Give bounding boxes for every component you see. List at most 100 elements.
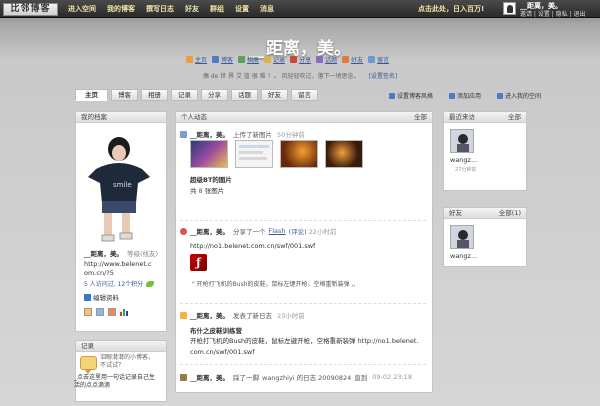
topics-icon — [316, 56, 324, 63]
quicklink-blog[interactable]: 博客 — [212, 55, 233, 64]
blog-style-link[interactable]: 设置博客风格 — [389, 91, 441, 100]
friend-avatar[interactable] — [450, 225, 474, 249]
tab-records[interactable]: 记录 — [171, 89, 198, 101]
nav-friends[interactable]: 好友 — [185, 4, 199, 14]
tab-blog[interactable]: 博客 — [111, 89, 138, 101]
site-logo[interactable]: 比邻博客 — [3, 3, 58, 16]
svg-text:smile: smile — [113, 181, 132, 189]
profile-stats: 5 人访问过, 12个积分 — [84, 279, 155, 288]
feed-action: 分享了一个 — [233, 228, 266, 236]
user-links[interactable]: 邀请 | 设置 | 隐私 | 退出 — [520, 9, 586, 18]
recent-visitors-more[interactable]: 全部 — [508, 112, 521, 122]
quicklink-label: 分享 — [299, 57, 312, 64]
nav-space[interactable]: 进入空间 — [68, 4, 96, 14]
album-title[interactable]: 超级BT的图片 — [190, 174, 232, 184]
promo-link[interactable]: 点击此处，日入百万! — [418, 4, 484, 14]
photo-thumb[interactable] — [280, 140, 318, 168]
share-icon[interactable] — [108, 308, 116, 316]
feed-user-link[interactable]: __距离，美。 — [190, 226, 229, 236]
profile-name[interactable]: __距离，美。 — [84, 250, 123, 258]
post-title[interactable]: 布什之皮鞋训练营 — [190, 325, 242, 335]
visitor-avatar[interactable] — [450, 129, 474, 153]
comment-link[interactable]: (评论) — [289, 226, 307, 236]
quicklink-home[interactable]: 主页 — [186, 55, 207, 64]
enter-space-link[interactable]: 进入我的空间 — [497, 91, 549, 100]
friends-icon — [342, 56, 350, 63]
tab-topics[interactable]: 话题 — [231, 89, 258, 101]
post-excerpt: 开枪打飞机的Bush的皮鞋，鼠标左键开枪，空格重新装弹 http://no1.b… — [190, 337, 419, 356]
quicklink-label: 好友 — [351, 57, 364, 64]
nav-write[interactable]: 撰写日志 — [146, 4, 174, 14]
feed-divider — [180, 364, 426, 365]
quicklink-label: 博客 — [221, 57, 234, 64]
visitor-name[interactable]: wangz... — [450, 156, 477, 164]
add-app-label: 添加应用 — [457, 93, 482, 100]
feed-item-line: __距离，美。 发表了新日志 23小时前 — [180, 310, 305, 320]
album-count-number[interactable]: 8 — [199, 187, 203, 195]
shared-quote: " 开枪打飞机的Bush的皮鞋，鼠标左键开枪，空格重新装弹 ,, — [192, 281, 356, 288]
tab-friends[interactable]: 好友 — [261, 89, 288, 101]
nav-my-blog[interactable]: 我的博客 — [107, 4, 135, 14]
stats-bar-icon[interactable] — [120, 308, 128, 316]
tab-home[interactable]: 主页 — [75, 89, 108, 101]
flash-icon[interactable]: ƒ — [190, 254, 207, 271]
feed-time: 50分钟前 — [277, 131, 305, 139]
photo-thumb[interactable] — [325, 140, 363, 168]
rss-icon[interactable] — [84, 308, 92, 316]
user-avatar[interactable] — [503, 2, 516, 15]
feed-user-link[interactable]: __距离，美。 — [190, 372, 229, 382]
feed-item: __距离，美。 上传了新图片 50分钟前 超级BT的图片 共 8 张图片 — [176, 129, 430, 217]
friend-name[interactable]: wangz... — [450, 252, 477, 260]
feed-target-link[interactable]: wangzhiyi 的日志 20090824 — [262, 372, 351, 382]
profile-photo-image: smile — [80, 127, 158, 244]
friends-more[interactable]: 全部(1) — [499, 208, 521, 218]
feed-item: __距离，美。 踩了一脚 wangzhiyi 的日志 20090824 直到 0… — [176, 372, 430, 386]
quicklink-label: 留言 — [377, 57, 390, 64]
top-bar: 比邻博客 进入空间 我的博客 撰写日志 好友 群组 设置 消息 点击此处，日入百… — [0, 0, 600, 18]
quicklink-label: 记录 — [273, 57, 286, 64]
records-prompt: 泪眼潸潸的小博客，不试试？ _点击这里用一句话记录自己生活的点点滴滴 — [74, 352, 155, 390]
quicklink-guestbook[interactable]: 留言 — [368, 55, 389, 64]
album-count-pre: 共 — [190, 187, 197, 195]
message-icon[interactable] — [96, 308, 104, 316]
add-app-link[interactable]: 添加应用 — [449, 91, 489, 100]
profile-photo[interactable]: smile — [80, 127, 158, 244]
quicklink-records[interactable]: 记录 — [264, 55, 285, 64]
tab-share[interactable]: 分享 — [201, 89, 228, 101]
feed-user-link[interactable]: __距离，美。 — [190, 129, 229, 139]
nav-settings[interactable]: 设置 — [235, 4, 249, 14]
nav-messages[interactable]: 消息 — [260, 4, 274, 14]
visitor-time: 27分钟前 — [455, 167, 477, 173]
feed-user-link[interactable]: __距离，美。 — [190, 310, 229, 320]
profile-url[interactable]: http://www.belenet.com.cn/?5 — [84, 260, 154, 278]
feed-panel-header: 个人动态 全部 — [176, 112, 432, 123]
photo-thumb[interactable] — [235, 140, 273, 168]
quicklink-friends[interactable]: 好友 — [342, 55, 363, 64]
quicklink-topics[interactable]: 话题 — [316, 55, 337, 64]
shared-url[interactable]: http://no1.belenet.com.cn/swf/001.swf — [190, 242, 315, 250]
feed-action: 上传了新图片 — [233, 131, 272, 139]
friends-header: 好友 全部(1) — [444, 208, 526, 219]
flash-link[interactable]: Flash — [269, 227, 286, 235]
feed-more-link[interactable]: 全部 — [414, 112, 427, 122]
photo-thumb[interactable] — [190, 140, 228, 168]
feed-action: 踩了一脚 — [233, 374, 259, 382]
profile-panel: 我的档案 smile __距离，美。 等级(线友) http://www.bele… — [75, 111, 167, 332]
blog-signature: 偶 de 世 界 艾 蓝 很 难 ！。 风轻轻吹过，落下一地思念。 [设置签名] — [0, 71, 600, 80]
plus-icon — [449, 92, 456, 99]
edit-profile-link[interactable]: 编辑资料 — [84, 292, 119, 302]
quicklink-album[interactable]: 相册 — [238, 55, 259, 64]
nav-groups[interactable]: 群组 — [210, 4, 224, 14]
tab-album[interactable]: 相册 — [141, 89, 168, 101]
feed-item-line: __距离，美。 分享了一个 Flash (评论) 22小时前 — [180, 226, 336, 236]
tab-guestbook[interactable]: 留言 — [291, 89, 318, 101]
blog-icon — [212, 56, 220, 63]
photo-thumbnails — [190, 140, 370, 168]
set-signature-link[interactable]: [设置签名] — [368, 73, 397, 80]
quicklink-share[interactable]: 分享 — [290, 55, 311, 64]
quicklink-label: 主页 — [195, 57, 208, 64]
records-add-link[interactable]: _点击这里用一句话记录自己生活的点点滴滴 — [74, 374, 158, 390]
speech-bubble-icon — [80, 356, 97, 374]
album-icon — [238, 56, 246, 63]
user-box: __距离，美。 邀请 | 设置 | 隐私 | 退出 — [503, 0, 600, 18]
